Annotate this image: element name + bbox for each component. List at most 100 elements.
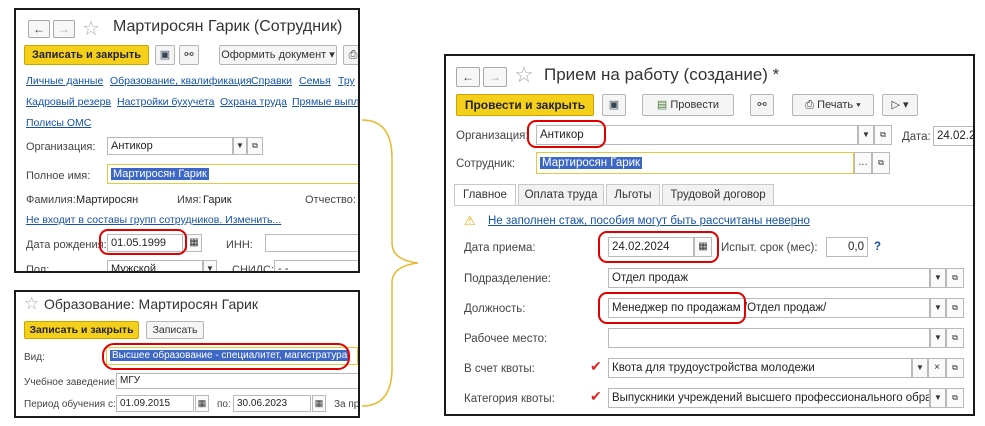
- quota-label: В счет квоты:: [464, 363, 535, 375]
- tab-panel-border: [454, 205, 973, 206]
- institution-field[interactable]: МГУ: [116, 373, 358, 389]
- patronymic-label: Отчество:: [305, 194, 356, 206]
- favorite-star-icon[interactable]: ☆: [82, 16, 100, 41]
- fullname-value: Мартиросян Гарик: [111, 168, 209, 180]
- inn-label: ИНН:: [226, 239, 253, 251]
- org-dropdown-icon[interactable]: ▼: [858, 125, 874, 145]
- employee-select-icon[interactable]: …: [854, 152, 872, 174]
- snils-label: СНИЛС:: [232, 264, 275, 273]
- back-button[interactable]: ←: [28, 20, 50, 38]
- hire-window: ← → ☆ Прием на работу (создание) * Прове…: [444, 54, 975, 416]
- sex-field[interactable]: Мужской: [107, 260, 203, 271]
- date-field[interactable]: 24.02.2: [933, 126, 973, 146]
- sex-label: Пол:: [26, 264, 50, 273]
- warning-link[interactable]: Не заполнен стаж, пособия могут быть рас…: [488, 215, 810, 227]
- make-document-label: Оформить документ: [221, 49, 327, 61]
- department-open-icon[interactable]: ⧉: [946, 268, 964, 288]
- forward-button[interactable]: →: [483, 67, 507, 87]
- make-document-button[interactable]: Оформить документ ▾: [219, 45, 337, 65]
- quota-dropdown-icon[interactable]: ▼: [912, 358, 928, 378]
- quota-clear-icon[interactable]: ×: [928, 358, 946, 378]
- workplace-field[interactable]: [608, 328, 930, 348]
- org-field[interactable]: Антикор: [107, 137, 233, 155]
- org-dropdown-icon[interactable]: ▼: [233, 137, 247, 155]
- org-label: Организация:: [26, 141, 96, 153]
- employee-field[interactable]: Мартиросян Гарик: [536, 152, 854, 174]
- period-extra-label: За пр: [334, 399, 360, 410]
- inn-field[interactable]: [265, 234, 358, 252]
- hire-date-label: Дата приема:: [464, 242, 536, 254]
- tab-benefits[interactable]: Льготы: [606, 184, 660, 206]
- hire-window-title: Прием на работу (создание) *: [544, 65, 780, 84]
- forward-button[interactable]: →: [53, 20, 75, 38]
- attach-icon[interactable]: ⚯: [179, 45, 199, 65]
- calendar-icon[interactable]: ▦: [186, 234, 202, 252]
- link-labor[interactable]: Тру: [338, 75, 355, 87]
- employee-open-icon[interactable]: ⧉: [872, 152, 890, 174]
- period-from-calendar-icon[interactable]: ▦: [195, 395, 209, 412]
- attach-icon[interactable]: ⚯: [750, 94, 774, 116]
- quota-field[interactable]: Квота для трудоустройства молодежи: [608, 358, 912, 378]
- employee-value: Мартиросян Гарик: [540, 157, 643, 169]
- link-accounting-settings[interactable]: Настройки бухучета: [117, 96, 214, 108]
- department-field[interactable]: Отдел продаж: [608, 268, 930, 288]
- bracket-connector: [361, 119, 419, 407]
- tab-payment[interactable]: Оплата труда: [518, 184, 604, 206]
- save-icon[interactable]: ▣: [602, 94, 626, 116]
- print-icon[interactable]: ⎙: [343, 45, 358, 65]
- period-label: Период обучения с:: [24, 399, 116, 410]
- link-certificates[interactable]: Справки: [251, 75, 292, 87]
- favorite-star-icon[interactable]: ☆: [24, 294, 39, 314]
- hire-date-highlight: [598, 231, 719, 263]
- quota-open-icon[interactable]: ⧉: [946, 358, 964, 378]
- tab-main[interactable]: Главное: [454, 184, 516, 206]
- period-to-field[interactable]: 30.06.2023: [233, 395, 311, 412]
- link-education[interactable]: Образование, квалификация: [110, 75, 252, 87]
- save-close-button[interactable]: Записать и закрыть: [24, 45, 149, 65]
- workplace-dropdown-icon[interactable]: ▼: [930, 328, 946, 348]
- probation-label: Испыт. срок (мес):: [721, 242, 818, 254]
- probation-field[interactable]: 0,0: [826, 237, 868, 257]
- link-oms-policies[interactable]: Полисы ОМС: [26, 117, 91, 129]
- back-button[interactable]: ←: [456, 67, 480, 87]
- period-from-field[interactable]: 01.09.2015: [116, 395, 194, 412]
- org-open-icon[interactable]: ⧉: [247, 137, 263, 155]
- post-close-button[interactable]: Провести и закрыть: [456, 94, 594, 116]
- position-highlight: [598, 292, 746, 324]
- link-family[interactable]: Семья: [299, 75, 331, 87]
- education-save-button[interactable]: Записать: [146, 321, 204, 339]
- link-labor-protection[interactable]: Охрана труда: [220, 96, 287, 108]
- employee-label: Сотрудник:: [456, 158, 516, 170]
- position-dropdown-icon[interactable]: ▼: [930, 298, 946, 318]
- snils-field[interactable]: - -: [274, 260, 358, 271]
- sex-dropdown-icon[interactable]: ▼: [203, 260, 217, 271]
- link-personal-data[interactable]: Личные данные: [26, 75, 103, 87]
- post-button[interactable]: ▤ Провести: [642, 94, 734, 116]
- period-to-calendar-icon[interactable]: ▦: [312, 395, 326, 412]
- more-actions-button[interactable]: ▷ ▾: [882, 94, 918, 116]
- link-personnel-reserve[interactable]: Кадровый резерв: [26, 96, 111, 108]
- groups-link[interactable]: Не входит в составы групп сотрудников. И…: [26, 214, 281, 226]
- position-open-icon[interactable]: ⧉: [946, 298, 964, 318]
- workplace-label: Рабочее место:: [464, 333, 548, 345]
- quota-category-field[interactable]: Выпускники учреждений высшего профессион…: [608, 388, 930, 408]
- favorite-star-icon[interactable]: ☆: [514, 62, 534, 88]
- help-icon[interactable]: ?: [874, 241, 881, 253]
- window-title: Мартиросян Гарик (Сотрудник): [113, 18, 343, 35]
- education-save-close-button[interactable]: Записать и закрыть: [24, 321, 139, 339]
- org-highlight: [527, 120, 606, 148]
- print-label: Печать: [817, 99, 854, 111]
- position-suffix: /Отдел продаж/: [743, 302, 827, 314]
- quota-category-open-icon[interactable]: ⧉: [946, 388, 964, 408]
- link-direct-payments[interactable]: Прямые выпл: [292, 96, 358, 108]
- quota-category-dropdown-icon[interactable]: ▼: [930, 388, 946, 408]
- print-button[interactable]: ⎙ Печать ▾: [792, 94, 874, 116]
- tab-contract[interactable]: Трудовой договор: [662, 184, 774, 206]
- department-dropdown-icon[interactable]: ▼: [930, 268, 946, 288]
- quota-category-label: Категория квоты:: [464, 393, 555, 405]
- org-open-icon[interactable]: ⧉: [874, 125, 892, 145]
- fullname-field[interactable]: Мартиросян Гарик: [107, 164, 358, 184]
- save-icon[interactable]: ▣: [155, 45, 175, 65]
- department-label: Подразделение:: [464, 273, 551, 285]
- workplace-open-icon[interactable]: ⧉: [946, 328, 964, 348]
